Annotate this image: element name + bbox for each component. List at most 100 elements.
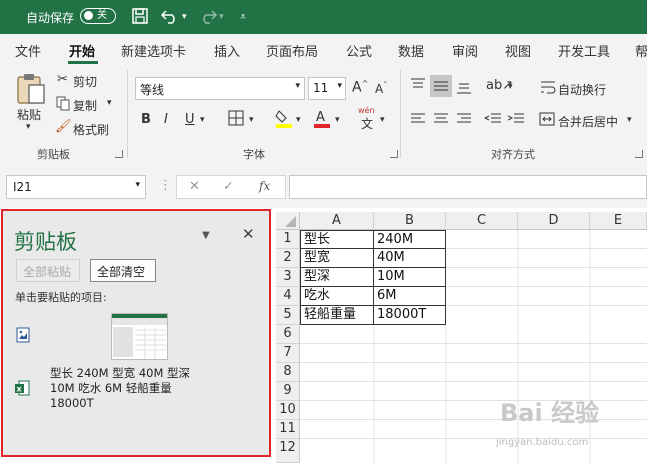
phonetic-dropdown-icon[interactable]: ▾ xyxy=(380,115,385,125)
tab-home[interactable]: 开始 xyxy=(69,41,95,60)
clipboard-instruction: 单击要粘贴的项目: xyxy=(15,291,107,304)
clipboard-pane-title: 剪贴板 xyxy=(14,230,77,254)
copy-label[interactable]: 复制 xyxy=(73,97,97,114)
tab-help[interactable]: 帮 xyxy=(635,41,647,60)
column-header-d[interactable]: D xyxy=(518,212,590,230)
wrap-text-label[interactable]: 自动换行 xyxy=(558,81,606,98)
fill-color-dropdown-icon[interactable]: ▾ xyxy=(296,115,301,125)
borders-dropdown-icon[interactable]: ▾ xyxy=(249,115,254,125)
font-color-icon[interactable]: A xyxy=(313,108,331,132)
row-header[interactable]: 6 xyxy=(276,325,300,344)
undo-icon[interactable] xyxy=(160,7,180,29)
paste-button-label[interactable]: 粘贴 xyxy=(17,106,41,123)
alignment-group-label: 对齐方式 xyxy=(491,148,535,161)
underline-icon[interactable]: U xyxy=(185,112,195,127)
decrease-indent-icon[interactable] xyxy=(483,112,502,130)
column-header-c[interactable]: C xyxy=(446,212,518,230)
merge-center-label[interactable]: 合并后居中 xyxy=(558,113,618,130)
redo-dropdown-icon: ▾ xyxy=(219,12,224,22)
customize-toolbar-icon[interactable]: ⩡ xyxy=(240,10,246,24)
font-group-label: 字体 xyxy=(243,148,265,161)
font-size-select[interactable]: 11 ▾ xyxy=(308,77,346,100)
cut-label[interactable]: 剪切 xyxy=(73,73,97,90)
merge-center-icon[interactable] xyxy=(539,112,555,130)
grow-font-icon[interactable]: A^ xyxy=(352,79,368,96)
save-icon[interactable] xyxy=(131,7,149,29)
row-header[interactable]: 4 xyxy=(276,287,300,306)
tab-page-layout[interactable]: 页面布局 xyxy=(266,41,318,60)
align-middle-icon[interactable] xyxy=(430,75,452,97)
name-box[interactable]: I21 ▾ xyxy=(6,175,146,199)
row-header[interactable]: 7 xyxy=(276,344,300,363)
autosave-toggle[interactable]: 关 xyxy=(80,8,116,24)
row-header[interactable]: 12 xyxy=(276,439,300,463)
bold-icon[interactable]: B xyxy=(141,112,151,127)
row-header[interactable]: 2 xyxy=(276,249,300,268)
row-header[interactable]: 11 xyxy=(276,420,300,439)
borders-icon[interactable] xyxy=(228,110,244,130)
formula-bar-grip-icon: ⋮ xyxy=(159,178,172,193)
alignment-launcher-icon[interactable] xyxy=(635,150,643,158)
row-header[interactable]: 3 xyxy=(276,268,300,287)
align-left-icon[interactable] xyxy=(410,112,426,130)
italic-icon[interactable]: I xyxy=(164,112,168,127)
align-bottom-icon[interactable] xyxy=(456,80,472,98)
tab-data[interactable]: 数据 xyxy=(398,41,424,60)
close-icon[interactable]: ✕ xyxy=(242,225,255,243)
align-right-icon[interactable] xyxy=(456,112,472,130)
tab-new[interactable]: 新建选项卡 xyxy=(121,41,186,60)
clear-all-button[interactable]: 全部清空 xyxy=(90,259,156,282)
format-painter-label[interactable]: 格式刷 xyxy=(73,121,109,138)
paste-icon[interactable] xyxy=(15,72,47,109)
row-header[interactable]: 5 xyxy=(276,306,300,325)
tab-insert[interactable]: 插入 xyxy=(214,41,240,60)
phonetic-guide-pinyin: wén xyxy=(358,106,375,115)
wrap-text-icon[interactable] xyxy=(540,79,556,99)
clipboard-launcher-icon[interactable] xyxy=(115,150,123,158)
paste-all-button[interactable]: 全部粘贴 xyxy=(16,259,80,282)
font-launcher-icon[interactable] xyxy=(390,150,398,158)
shrink-font-icon[interactable]: Aˇ xyxy=(375,81,387,96)
clipboard-text-item[interactable]: 型长 240M 型宽 40M 型深 10M 吃水 6M 轻船重量 18000T xyxy=(50,366,210,411)
font-name-select[interactable]: 等线 ▾ xyxy=(135,77,305,100)
paste-dropdown-icon[interactable]: ▾ xyxy=(26,122,31,132)
formula-input[interactable] xyxy=(289,175,647,199)
copy-dropdown-icon[interactable]: ▾ xyxy=(107,98,112,108)
pane-options-icon[interactable]: ▼ xyxy=(202,230,210,241)
align-center-icon[interactable] xyxy=(433,112,449,130)
select-all-corner[interactable] xyxy=(276,212,300,230)
tab-file[interactable]: 文件 xyxy=(15,41,41,60)
column-header-e[interactable]: E xyxy=(590,212,647,230)
formula-buttons: ✕ ✓ fx xyxy=(176,175,286,199)
empty-cells-gridlines xyxy=(300,230,647,463)
clipboard-image-thumbnail[interactable] xyxy=(111,313,168,360)
font-name-value: 等线 xyxy=(140,83,165,97)
tab-view[interactable]: 视图 xyxy=(505,41,531,60)
cancel-icon[interactable]: ✕ xyxy=(189,179,200,194)
copy-icon[interactable] xyxy=(56,96,70,115)
group-separator xyxy=(400,70,401,158)
font-color-dropdown-icon[interactable]: ▾ xyxy=(335,115,340,125)
row-header[interactable]: 9 xyxy=(276,382,300,401)
merge-center-dropdown-icon[interactable]: ▾ xyxy=(627,115,632,125)
fill-color-icon[interactable] xyxy=(275,108,293,132)
insert-function-icon[interactable]: fx xyxy=(259,179,270,193)
format-painter-icon[interactable]: 🖌 xyxy=(55,119,72,134)
row-header[interactable]: 8 xyxy=(276,363,300,382)
cut-icon[interactable]: ✂ xyxy=(57,72,68,87)
watermark-logo: Bai 经验 xyxy=(500,399,600,427)
underline-dropdown-icon[interactable]: ▾ xyxy=(200,115,205,125)
orientation-dropdown-icon[interactable]: ▾ xyxy=(508,82,513,92)
row-header[interactable]: 1 xyxy=(276,230,300,249)
align-top-icon[interactable] xyxy=(410,78,426,96)
undo-dropdown-icon[interactable]: ▾ xyxy=(182,12,187,22)
tab-review[interactable]: 审阅 xyxy=(452,41,478,60)
increase-indent-icon[interactable] xyxy=(507,112,525,130)
column-header-a[interactable]: A xyxy=(300,212,374,230)
svg-text:x: x xyxy=(17,385,23,394)
column-header-b[interactable]: B xyxy=(374,212,446,230)
row-header[interactable]: 10 xyxy=(276,401,300,420)
enter-icon[interactable]: ✓ xyxy=(223,179,234,194)
tab-formulas[interactable]: 公式 xyxy=(346,41,372,60)
tab-developer[interactable]: 开发工具 xyxy=(558,41,610,60)
